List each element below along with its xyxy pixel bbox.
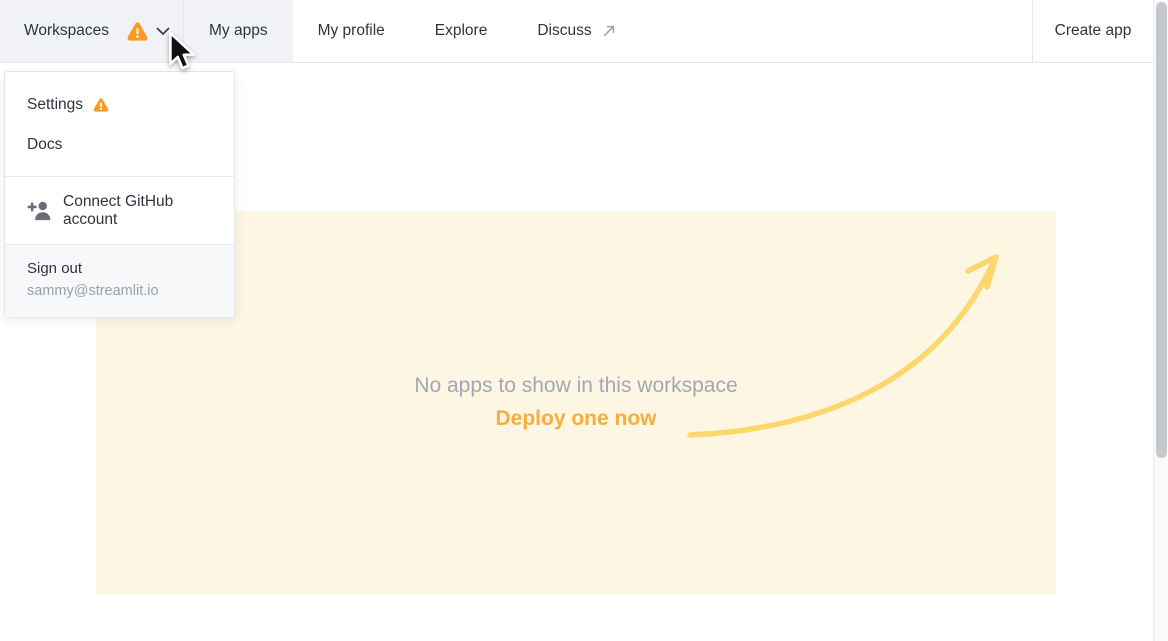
tab-my-profile-label: My profile — [318, 22, 385, 40]
empty-state-message: No apps to show in this workspace — [414, 372, 737, 400]
tab-discuss-label: Discuss — [537, 22, 591, 40]
menu-item-sign-out[interactable]: Sign out sammy@streamlit.io — [5, 245, 234, 317]
vertical-scrollbar-track[interactable] — [1153, 0, 1168, 641]
curved-arrow-icon — [96, 211, 1056, 594]
tab-explore[interactable]: Explore — [410, 0, 513, 62]
external-link-arrow-icon — [602, 24, 616, 38]
menu-item-docs[interactable]: Docs — [5, 125, 234, 165]
warning-triangle-icon — [127, 22, 148, 41]
chevron-down-icon[interactable] — [156, 27, 170, 36]
workspaces-dropdown-menu: Settings Docs Connect GitHub account — [4, 71, 235, 318]
menu-item-connect-github[interactable]: Connect GitHub account — [5, 177, 234, 244]
warning-triangle-icon — [93, 98, 109, 112]
tab-my-apps-label: My apps — [209, 22, 268, 40]
docs-label: Docs — [27, 136, 62, 154]
user-email: sammy@streamlit.io — [27, 282, 212, 301]
workspaces-label: Workspaces — [24, 22, 109, 40]
empty-workspace-panel: No apps to show in this workspace Deploy… — [96, 211, 1056, 594]
create-app-label: Create app — [1055, 22, 1132, 40]
deploy-one-now-link[interactable]: Deploy one now — [495, 405, 656, 433]
tab-my-apps[interactable]: My apps — [184, 0, 293, 62]
nav-tabs: My apps My profile Explore Discuss — [184, 0, 641, 62]
top-navigation-bar: Workspaces My apps My profile Explore Di… — [0, 0, 1153, 63]
vertical-scrollbar-thumb[interactable] — [1156, 2, 1167, 458]
sign-out-label: Sign out — [27, 259, 212, 279]
create-app-button[interactable]: Create app — [1032, 0, 1153, 62]
settings-label: Settings — [27, 96, 83, 114]
tab-explore-label: Explore — [435, 22, 488, 40]
menu-item-settings[interactable]: Settings — [5, 85, 234, 125]
person-add-icon — [27, 200, 53, 221]
tab-discuss[interactable]: Discuss — [512, 0, 640, 62]
tab-my-profile[interactable]: My profile — [293, 0, 410, 62]
connect-github-label: Connect GitHub account — [63, 193, 212, 229]
workspaces-selector[interactable]: Workspaces — [0, 0, 184, 62]
